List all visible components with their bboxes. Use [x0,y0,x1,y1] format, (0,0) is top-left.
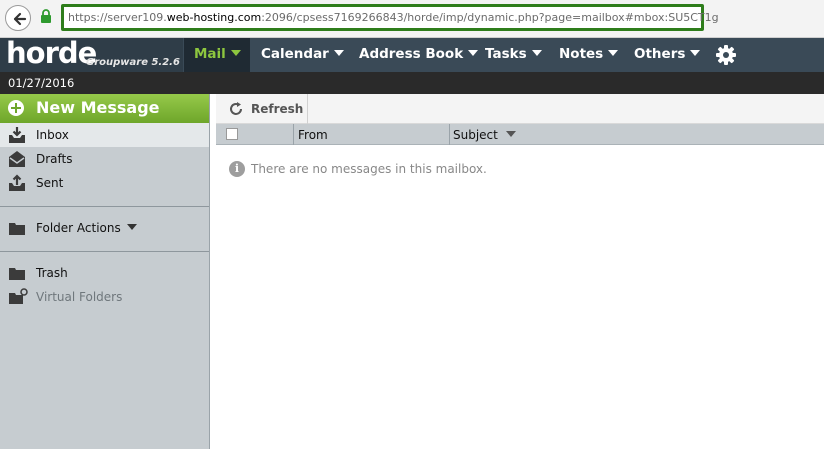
horde-topbar: horde Groupware 5.2.6 Mail Calendar Addr… [0,36,824,72]
nav-others[interactable]: Others [634,38,701,72]
nav-others-label: Others [634,46,686,62]
chevron-down-icon [690,50,701,56]
info-icon: i [229,161,245,177]
url-prefix: https://server109. [68,11,167,24]
folder-inbox-label: Inbox [36,128,69,142]
folder-virtual-folders[interactable]: Virtual Folders [0,285,209,309]
sidebar: New Message Inbox Drafts Sent Folder Act… [0,94,210,449]
refresh-button[interactable]: Refresh [216,94,308,124]
drafts-icon [9,151,25,167]
folder-virtual-folders-label: Virtual Folders [36,290,123,304]
folder-drafts-label: Drafts [36,152,73,166]
plus-circle-icon [8,100,24,116]
folder-sent[interactable]: Sent [0,171,209,195]
chevron-down-icon [126,224,137,230]
folder-actions-text: Folder Actions [36,221,121,235]
column-divider [449,124,450,145]
url-domain: web-hosting.com [166,11,262,24]
horde-logo[interactable]: horde Groupware 5.2.6 [0,36,183,72]
folder-icon [9,223,25,235]
folder-trash[interactable]: Trash [0,261,209,285]
sort-down-icon [505,131,516,137]
gear-icon[interactable] [715,44,737,66]
column-divider [293,124,294,145]
folder-drafts[interactable]: Drafts [0,147,209,171]
mailbox-toolbar: Refresh [216,94,824,124]
nav-tasks[interactable]: Tasks [485,38,542,72]
current-date: 01/27/2016 [8,76,75,90]
nav-mail-label: Mail [194,46,226,62]
nav-address-book-label: Address Book [359,46,464,62]
column-subject[interactable]: Subject [453,128,516,142]
sidebar-divider [0,251,209,252]
message-list-header: From Subject [216,124,824,145]
new-message-label: New Message [36,98,160,117]
inbox-icon [9,127,25,143]
nav-notes-label: Notes [559,46,604,62]
empty-mailbox-message: There are no messages in this mailbox. [251,162,487,176]
folder-actions-label: Folder Actions [36,221,137,235]
address-bar[interactable]: https://server109.web-hosting.com:2096/c… [61,4,719,31]
folder-actions-menu[interactable]: Folder Actions [0,216,209,240]
column-subject-label: Subject [453,128,498,142]
folder-icon [9,268,25,280]
nav-calendar-label: Calendar [261,46,329,62]
chevron-down-icon [333,50,344,56]
column-from[interactable]: From [298,128,328,142]
refresh-label: Refresh [251,102,304,116]
lock-icon [41,9,51,23]
back-arrow-icon [13,12,27,26]
browser-toolbar: https://server109.web-hosting.com:2096/c… [0,0,824,38]
new-message-button[interactable]: New Message [0,94,209,123]
sent-icon [9,174,25,191]
sidebar-divider [0,206,209,207]
date-bar: 01/27/2016 [0,72,824,94]
url-text: https://server109.web-hosting.com:2096/c… [68,11,719,24]
refresh-icon [230,102,242,115]
folder-sent-label: Sent [36,176,64,190]
nav-calendar[interactable]: Calendar [261,38,344,72]
folder-inbox[interactable]: Inbox [0,123,209,147]
product-version: Groupware 5.2.6 [86,57,180,68]
select-all-checkbox[interactable] [226,128,238,140]
chevron-down-icon [608,50,619,56]
nav-tasks-label: Tasks [485,46,527,62]
folder-trash-label: Trash [36,266,68,280]
chevron-down-icon [468,50,479,56]
chevron-down-icon [230,50,241,56]
chevron-down-icon [531,50,542,56]
mailbox-pane: Refresh From Subject i There are no mess… [216,94,824,449]
nav-address-book[interactable]: Address Book [359,38,479,72]
url-path: :2096/cpsess7169266843/horde/imp/dynamic… [261,11,719,24]
nav-notes[interactable]: Notes [559,38,619,72]
back-button[interactable] [5,5,31,31]
nav-mail[interactable]: Mail [184,38,250,72]
logo-wordmark: horde [6,36,97,70]
virtual-folder-icon [9,288,28,304]
